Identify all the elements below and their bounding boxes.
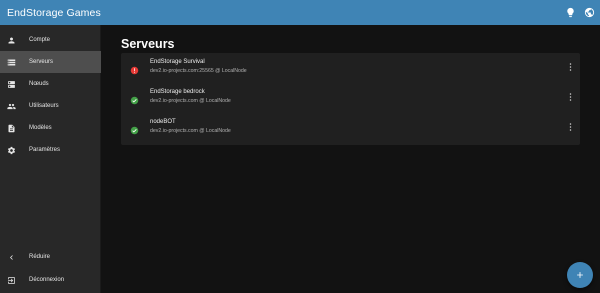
server-name: EndStorage bedrock [150, 89, 205, 95]
templates-icon [6, 123, 16, 133]
page-title: Serveurs [121, 37, 175, 51]
server-address: dev2.io-projects.com @ LocalNode [150, 98, 231, 104]
server-address: dev2.io-projects.com:25565 @ LocalNode [150, 68, 247, 74]
more-vert-icon[interactable] [567, 62, 573, 72]
server-name: EndStorage Survival [150, 59, 205, 65]
online-status-icon [130, 122, 139, 135]
plus-icon [577, 272, 583, 278]
server-row[interactable]: EndStorage Survival dev2.io-projects.com… [121, 53, 580, 83]
app-bar: EndStorage Games [0, 0, 600, 25]
app-title: EndStorage Games [7, 6, 101, 19]
sidebar-collapse-button[interactable]: Réduire [0, 246, 101, 268]
server-address: dev2.io-projects.com @ LocalNode [150, 128, 231, 134]
server-name: nodeBOT [150, 119, 176, 125]
server-row[interactable]: EndStorage bedrock dev2.io-projects.com … [121, 83, 580, 113]
globe-icon[interactable] [584, 7, 595, 18]
users-icon [6, 101, 16, 111]
sidebar-item-parametres[interactable]: Paramètres [0, 139, 101, 161]
logout-button[interactable]: Déconnexion [0, 269, 101, 291]
sidebar-item-label: Compte [29, 37, 51, 43]
sidebar-item-modeles[interactable]: Modèles [0, 117, 101, 139]
sidebar-item-label: Réduire [29, 254, 51, 260]
account-icon [6, 35, 16, 45]
sidebar-item-label: Nœuds [29, 81, 49, 87]
sidebar-item-label: Utilisateurs [29, 103, 59, 109]
server-list: EndStorage Survival dev2.io-projects.com… [121, 53, 580, 145]
error-status-icon [130, 62, 139, 75]
sidebar: Compte Serveurs Nœuds Utilisateurs Modèl… [0, 25, 101, 293]
more-vert-icon[interactable] [567, 122, 573, 132]
sidebar-item-serveurs[interactable]: Serveurs [0, 51, 101, 73]
sidebar-item-utilisateurs[interactable]: Utilisateurs [0, 95, 101, 117]
online-status-icon [130, 92, 139, 105]
lightbulb-icon[interactable] [565, 7, 576, 18]
add-server-button[interactable] [567, 262, 593, 288]
nodes-icon [6, 79, 16, 89]
sidebar-item-label: Serveurs [29, 59, 54, 65]
sidebar-item-label: Paramètres [29, 147, 61, 153]
settings-icon [6, 145, 16, 155]
server-row[interactable]: nodeBOT dev2.io-projects.com @ LocalNode [121, 113, 580, 143]
chevron-left-icon [6, 252, 16, 262]
sidebar-item-noeuds[interactable]: Nœuds [0, 73, 101, 95]
logout-icon [6, 275, 16, 285]
sidebar-item-label: Déconnexion [29, 277, 65, 283]
main-content: Serveurs EndStorage Survival dev2.io-pro… [101, 25, 600, 293]
more-vert-icon[interactable] [567, 92, 573, 102]
servers-icon [6, 57, 16, 67]
sidebar-item-label: Modèles [29, 125, 52, 131]
sidebar-item-compte[interactable]: Compte [0, 29, 101, 51]
